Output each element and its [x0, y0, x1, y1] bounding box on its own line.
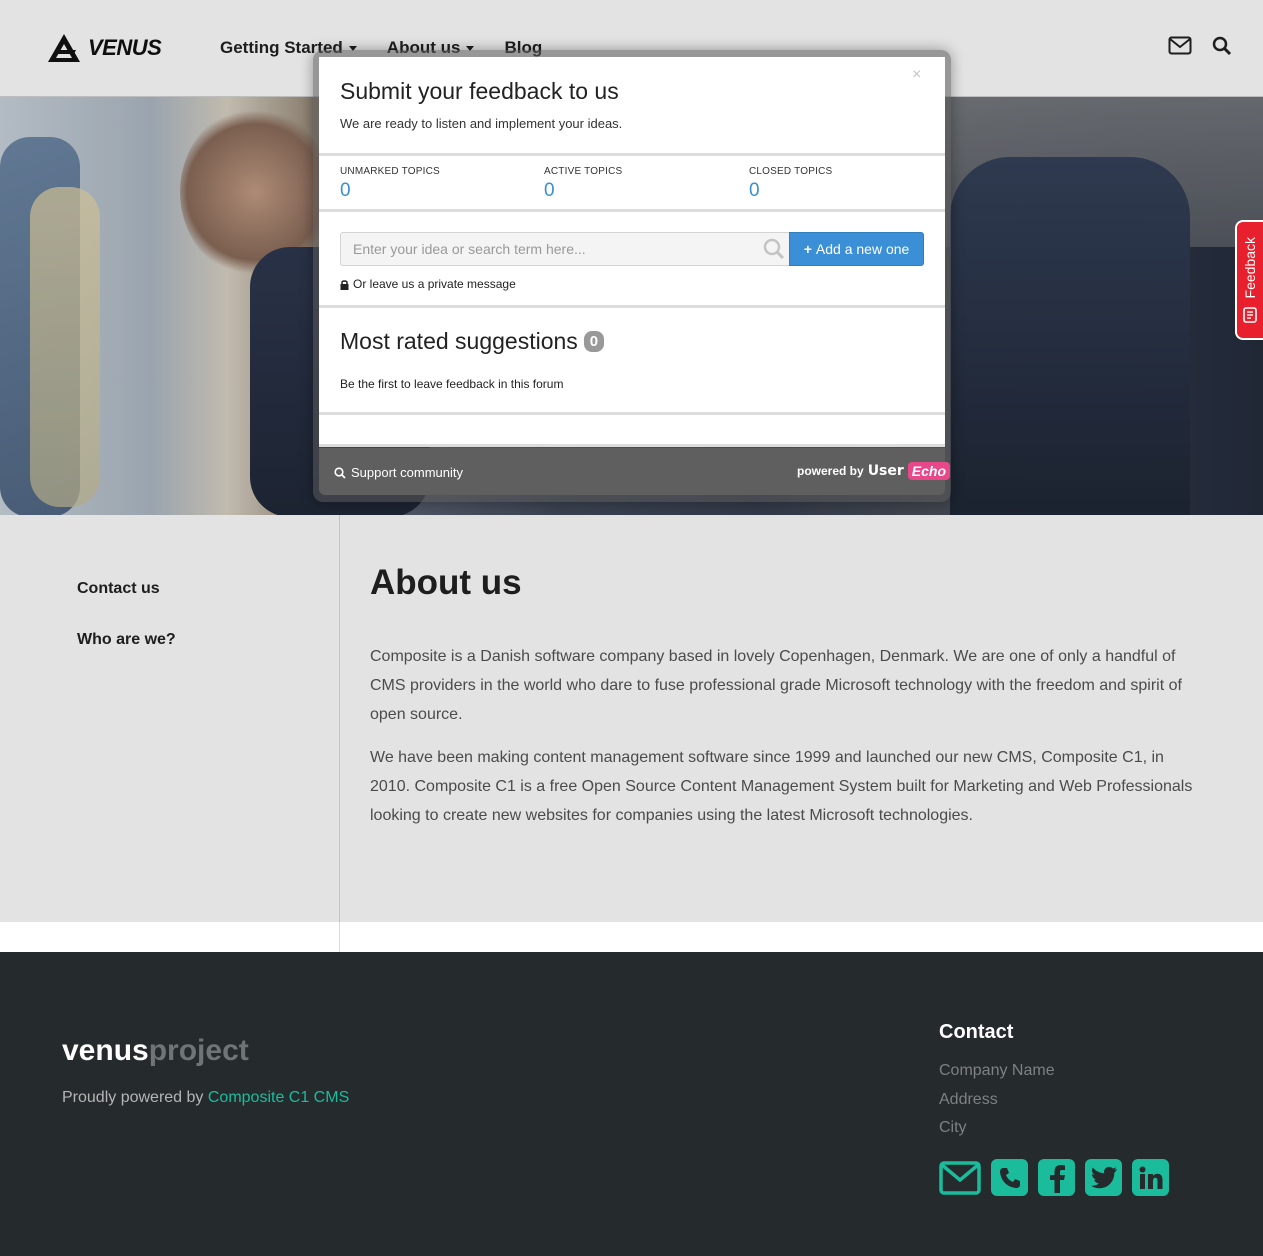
add-button-label: Add a new one	[815, 241, 910, 257]
mail-icon[interactable]	[939, 1160, 981, 1195]
modal-divider	[319, 209, 945, 212]
stat-value-active[interactable]: 0	[544, 180, 555, 202]
modal-title: Submit your feedback to us	[340, 78, 619, 104]
search-placeholder: Enter your idea or search term here...	[353, 241, 586, 257]
linkedin-icon[interactable]	[1132, 1159, 1169, 1196]
footer-brand: venusproject	[62, 1034, 249, 1068]
modal-divider	[319, 412, 945, 415]
search-icon	[763, 238, 785, 260]
userecho-badge[interactable]: powered by User Echo	[797, 462, 951, 480]
content-bottom-spacer	[0, 922, 1263, 952]
feedback-tab-label: Feedback	[1242, 237, 1258, 299]
twitter-icon[interactable]	[1085, 1159, 1122, 1196]
phone-icon[interactable]	[991, 1159, 1028, 1196]
contact-address: Address	[939, 1091, 998, 1108]
stat-label-unmarked: UNMARKED TOPICS	[340, 166, 440, 177]
stat-value-closed[interactable]: 0	[749, 180, 760, 202]
site-footer: venusproject Proudly powered by Composit…	[0, 952, 1263, 1256]
add-new-idea-button[interactable]: + Add a new one	[789, 232, 924, 266]
search-icon[interactable]	[1212, 36, 1232, 56]
venus-logo-icon	[48, 34, 80, 62]
modal-divider	[319, 444, 945, 447]
most-rated-title: Most rated suggestions	[340, 328, 578, 354]
private-message-label: Or leave us a private message	[353, 277, 516, 291]
footer-brand-venus: venus	[62, 1034, 149, 1067]
userecho-logo-echo: Echo	[907, 462, 951, 480]
footer-brand-project: project	[148, 1034, 249, 1067]
userecho-logo-user: User	[867, 463, 904, 479]
facebook-icon[interactable]	[1038, 1159, 1075, 1196]
footer-contact-title: Contact	[939, 1021, 1014, 1043]
mail-icon[interactable]	[1168, 36, 1192, 56]
brand-name: VENUS	[88, 35, 162, 60]
sidebar-item-who-are-we[interactable]: Who are we?	[77, 631, 176, 649]
site-logo[interactable]: VENUS	[46, 32, 162, 64]
modal-divider	[319, 305, 945, 308]
powered-by-text: Proudly powered by Composite C1 CMS	[62, 1089, 349, 1107]
modal-close-button[interactable]: ×	[912, 66, 921, 84]
stat-label-active: ACTIVE TOPICS	[544, 166, 623, 177]
support-community-link[interactable]: Support community	[334, 465, 463, 480]
lock-icon	[340, 279, 349, 290]
composite-c1-link[interactable]: Composite C1 CMS	[208, 1089, 349, 1106]
search-icon	[334, 466, 346, 479]
social-links	[939, 1159, 1169, 1196]
support-community-label: Support community	[351, 465, 463, 480]
about-paragraph-1: Composite is a Danish software company b…	[370, 648, 1182, 723]
contact-company: Company Name	[939, 1062, 1055, 1079]
private-message-link[interactable]: Or leave us a private message	[340, 277, 516, 291]
powered-by-label: powered by	[797, 464, 864, 478]
count-badge: 0	[583, 331, 605, 352]
empty-forum-text: Be the first to leave feedback in this f…	[340, 377, 564, 391]
stat-label-closed: CLOSED TOPICS	[749, 166, 833, 177]
sidebar-item-contact-us[interactable]: Contact us	[77, 580, 160, 598]
about-paragraph-2: We have been making content management s…	[370, 749, 1193, 824]
modal-divider	[319, 153, 945, 156]
plus-icon: +	[803, 241, 812, 257]
feedback-form-icon	[1243, 306, 1257, 323]
most-rated-heading: Most rated suggestions 0	[340, 328, 605, 355]
modal-subtitle: We are ready to listen and implement you…	[340, 116, 623, 131]
contact-city: City	[939, 1119, 967, 1136]
stat-value-unmarked[interactable]: 0	[340, 180, 351, 202]
feedback-tab[interactable]: Feedback	[1235, 220, 1263, 340]
powered-prefix: Proudly powered by	[62, 1089, 208, 1106]
sidebar-divider	[339, 515, 340, 952]
page-title: About us	[370, 563, 522, 602]
